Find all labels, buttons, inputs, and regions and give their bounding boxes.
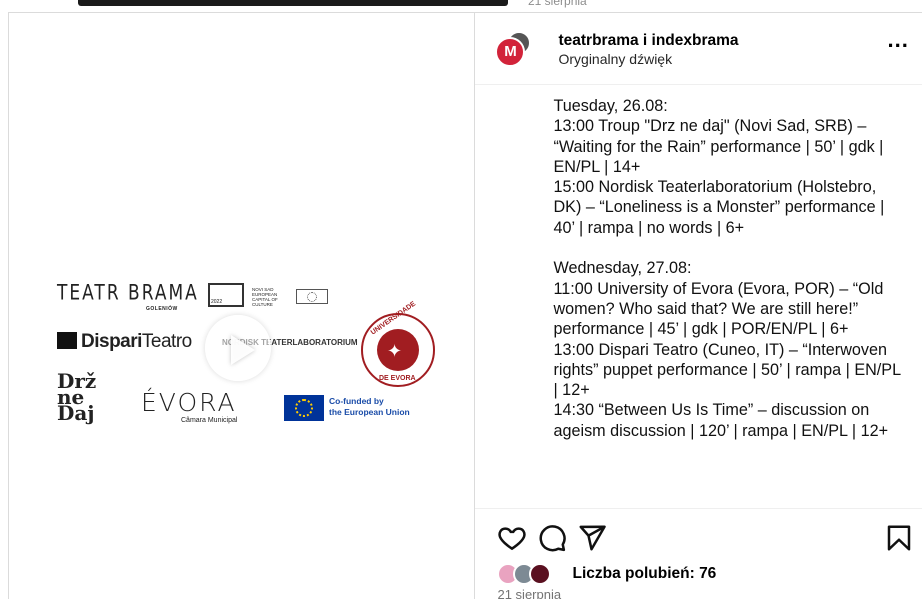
post-media[interactable]: TEATR BRAMA GOLENIÓW 2022 NOVI SAD EUROP…: [9, 13, 476, 599]
dispari-mark-icon: [57, 332, 77, 349]
previous-post-image: [78, 0, 508, 6]
dispari-bold: Dispari: [81, 331, 142, 352]
logo-novi-sad-text: NOVI SAD EUROPEAN CAPITAL OF CULTURE: [252, 287, 278, 307]
bookmark-icon[interactable]: [884, 523, 914, 553]
logo-drz-ne-daj: Drž ne Daj: [57, 369, 97, 425]
liker-avatar: [529, 563, 552, 585]
share-icon[interactable]: [577, 523, 607, 553]
play-button[interactable]: [205, 315, 271, 381]
dove-icon: ✦: [387, 341, 403, 361]
eu-flag-small-icon: [296, 289, 328, 304]
novi-sad-year: 2022: [211, 299, 223, 305]
post-date[interactable]: 21 sierpnia: [497, 587, 561, 599]
seal-text-bottom: DE EVORA: [379, 375, 416, 382]
post-header: M teatrbrama i indexbrama Oryginalny dźw…: [475, 13, 922, 85]
action-bar: [475, 508, 922, 599]
logo-evora-sub: Câmara Municipal: [181, 417, 238, 424]
more-options-icon[interactable]: ...: [887, 27, 908, 53]
previous-post-strip: 21 sierpnia: [0, 0, 922, 12]
logo-novi-sad: 2022: [208, 283, 244, 307]
logo-teatr-brama-sub: GOLENIÓW: [146, 306, 178, 312]
logo-dispari-teatro: DispariTeatro: [57, 331, 192, 353]
heart-icon[interactable]: [497, 523, 527, 553]
logo-evora: ÉVORA: [141, 388, 237, 417]
main-author-avatar[interactable]: M: [495, 37, 526, 67]
audio-label[interactable]: Oryginalny dźwięk: [558, 51, 672, 67]
logo-universidade-evora: ✦ UNIVERSIDADE DE EVORA: [361, 300, 435, 387]
dispari-light: Teatro: [141, 331, 192, 352]
author-name[interactable]: teatrbrama i indexbrama: [558, 32, 738, 50]
post: TEATR BRAMA GOLENIÓW 2022 NOVI SAD EUROP…: [8, 12, 922, 599]
eu-flag-icon: [284, 395, 324, 421]
eu-text-line2: the European Union: [329, 407, 410, 417]
logo-teatr-brama: TEATR BRAMA: [57, 280, 199, 306]
logo-eu-text: Co-funded by the European Union: [329, 396, 410, 418]
comment-icon[interactable]: [537, 523, 567, 553]
author-avatar[interactable]: M: [495, 31, 532, 67]
post-caption: Tuesday, 26.08: 13:00 Troup "Drz ne daj"…: [553, 97, 901, 440]
likes-count[interactable]: Liczba polubień: 76: [572, 565, 716, 583]
previous-post-date: 21 sierpnia: [528, 0, 587, 8]
post-sidebar: M teatrbrama i indexbrama Oryginalny dźw…: [475, 13, 922, 599]
eu-text-line1: Co-funded by: [329, 396, 384, 406]
likers-avatars[interactable]: [497, 563, 567, 585]
